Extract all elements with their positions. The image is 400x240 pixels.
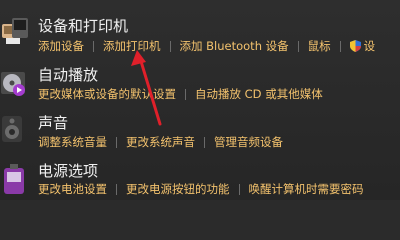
- link-change-media-defaults[interactable]: 更改媒体或设备的默认设置: [38, 87, 176, 101]
- separator: [238, 183, 240, 195]
- uac-shield-icon: [349, 40, 361, 52]
- autoplay-icon[interactable]: [0, 66, 30, 100]
- link-mouse[interactable]: 鼠标: [308, 39, 331, 53]
- link-manage-audio-devices[interactable]: 管理音频设备: [214, 135, 283, 149]
- separator: [116, 136, 117, 148]
- separator: [169, 40, 171, 52]
- power-options-icon[interactable]: [0, 162, 30, 196]
- speaker-icon[interactable]: [0, 112, 30, 146]
- separator: [93, 40, 94, 52]
- link-add-device[interactable]: 添加设备: [38, 39, 84, 53]
- link-change-battery-settings[interactable]: 更改电池设置: [38, 182, 107, 196]
- link-device-settings[interactable]: 设: [364, 39, 376, 53]
- section-title-power-options[interactable]: 电源选项: [38, 162, 98, 180]
- section-title-sound[interactable]: 声音: [38, 114, 68, 132]
- link-change-system-sounds[interactable]: 更改系统声音: [126, 135, 195, 149]
- separator: [116, 183, 117, 195]
- link-change-power-button[interactable]: 更改电源按钮的功能: [126, 182, 230, 196]
- link-add-printer[interactable]: 添加打印机: [103, 39, 161, 53]
- section-autoplay: 自动播放 更改媒体或设备的默认设置 自动播放 CD 或其他媒体: [0, 58, 400, 110]
- section-title-devices-printers[interactable]: 设备和打印机: [38, 17, 128, 35]
- devices-printers-links: 添加设备 添加打印机 添加 Bluetooth 设备 鼠标 设: [38, 39, 375, 53]
- section-sound: 声音 调整系统音量 更改系统声音 管理音频设备: [0, 110, 400, 160]
- section-title-autoplay[interactable]: 自动播放: [38, 66, 98, 84]
- sound-links: 调整系统音量 更改系统声音 管理音频设备: [38, 135, 283, 149]
- devices-printers-icon[interactable]: [0, 14, 30, 48]
- section-devices-printers: 设备和打印机 添加设备 添加打印机 添加 Bluetooth 设备 鼠标 设: [0, 0, 400, 58]
- link-require-password-on-wake[interactable]: 唤醒计算机时需要密码: [249, 182, 364, 196]
- link-autoplay-cd[interactable]: 自动播放 CD 或其他媒体: [195, 87, 323, 101]
- power-options-links: 更改电池设置 更改电源按钮的功能 唤醒计算机时需要密码: [38, 182, 364, 196]
- separator: [297, 40, 299, 52]
- link-adjust-volume[interactable]: 调整系统音量: [38, 135, 107, 149]
- control-panel-hardware-and-sound: 设备和打印机 添加设备 添加打印机 添加 Bluetooth 设备 鼠标 设 自…: [0, 0, 400, 200]
- link-add-bluetooth-device[interactable]: 添加 Bluetooth 设备: [180, 39, 289, 53]
- section-power-options: 电源选项 更改电池设置 更改电源按钮的功能 唤醒计算机时需要密码: [0, 160, 400, 200]
- autoplay-links: 更改媒体或设备的默认设置 自动播放 CD 或其他媒体: [38, 87, 323, 101]
- separator: [185, 88, 186, 100]
- separator: [339, 40, 341, 52]
- separator: [204, 136, 205, 148]
